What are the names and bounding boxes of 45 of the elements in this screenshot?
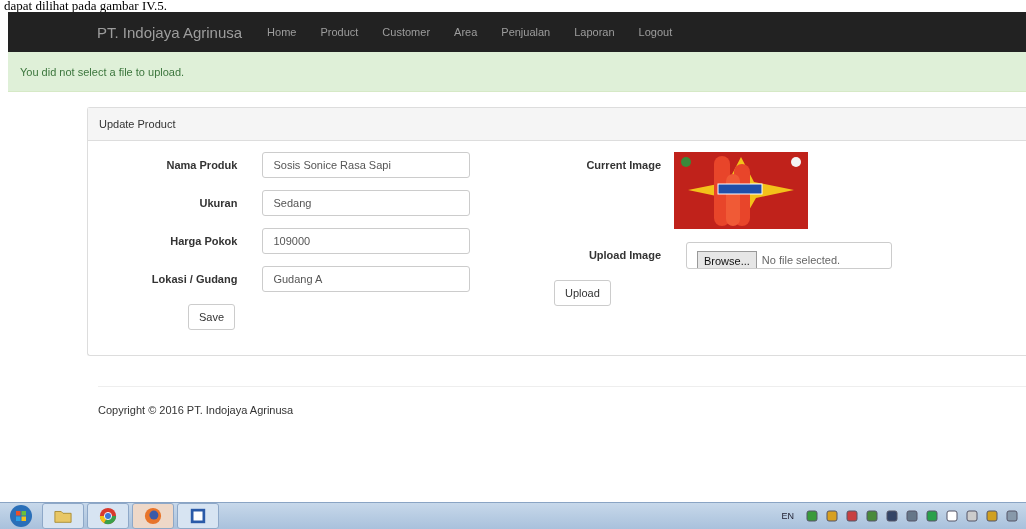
panel-title: Update Product bbox=[99, 118, 176, 130]
upload-button[interactable]: Upload bbox=[554, 280, 611, 306]
field-label: Lokasi / Gudang bbox=[150, 273, 238, 285]
tray-icon[interactable] bbox=[926, 510, 938, 522]
input-field[interactable]: Sosis Sonice Rasa Sapi bbox=[262, 152, 470, 178]
nav-link[interactable]: Logout bbox=[638, 26, 673, 38]
taskbar-button[interactable] bbox=[132, 503, 174, 529]
nav-link[interactable]: Customer bbox=[382, 26, 431, 38]
tray-icon[interactable] bbox=[966, 510, 978, 522]
tray-icon[interactable] bbox=[986, 510, 998, 522]
input-field[interactable]: 109000 bbox=[262, 228, 470, 254]
field-label: Current Image bbox=[585, 158, 661, 171]
nav-link[interactable]: Laporan bbox=[574, 26, 615, 38]
field-label: Harga Pokok bbox=[169, 235, 238, 247]
brand-link[interactable]: PT. Indojaya Agrinusa bbox=[97, 23, 243, 41]
field-label: Upload Image bbox=[587, 249, 661, 261]
tray-icon[interactable] bbox=[946, 510, 958, 522]
tray-icon[interactable] bbox=[886, 510, 898, 522]
document-icon bbox=[189, 507, 207, 525]
field-label: Nama Produk bbox=[165, 159, 238, 171]
circle-icon bbox=[99, 507, 117, 525]
input-field[interactable]: Gudang A bbox=[262, 266, 470, 292]
document-text: dapat dilihat pada gambar IV.5. bbox=[3, 0, 168, 12]
tray-icon[interactable] bbox=[826, 510, 838, 522]
globe-icon bbox=[144, 507, 162, 525]
nav-link[interactable]: Area bbox=[454, 26, 478, 38]
tray-icon[interactable] bbox=[806, 510, 818, 522]
tray-icon[interactable] bbox=[1006, 510, 1018, 522]
tray-icon[interactable] bbox=[906, 510, 918, 522]
language-indicator[interactable]: EN bbox=[781, 511, 794, 521]
nav-link[interactable]: Home bbox=[267, 26, 297, 38]
file-status: No file selected. bbox=[760, 253, 841, 268]
nav-link[interactable]: Penjualan bbox=[501, 26, 551, 38]
taskbar-button[interactable] bbox=[87, 503, 129, 529]
tray-icon[interactable] bbox=[866, 510, 878, 522]
taskbar-button[interactable] bbox=[177, 503, 219, 529]
nav-link[interactable]: Product bbox=[320, 26, 359, 38]
file-input[interactable]: Browse... No file selected. bbox=[686, 241, 892, 269]
input-field[interactable]: Sedang bbox=[262, 190, 470, 216]
footer-text: Copyright © 2016 PT. Indojaya Agrinusa bbox=[97, 403, 295, 416]
browse-button[interactable]: Browse... bbox=[697, 250, 757, 268]
tray-icon[interactable] bbox=[846, 510, 858, 522]
save-button[interactable]: Save bbox=[188, 304, 236, 330]
field-label: Ukuran bbox=[198, 197, 238, 209]
alert-message: You did not select a file to upload. bbox=[20, 65, 185, 78]
